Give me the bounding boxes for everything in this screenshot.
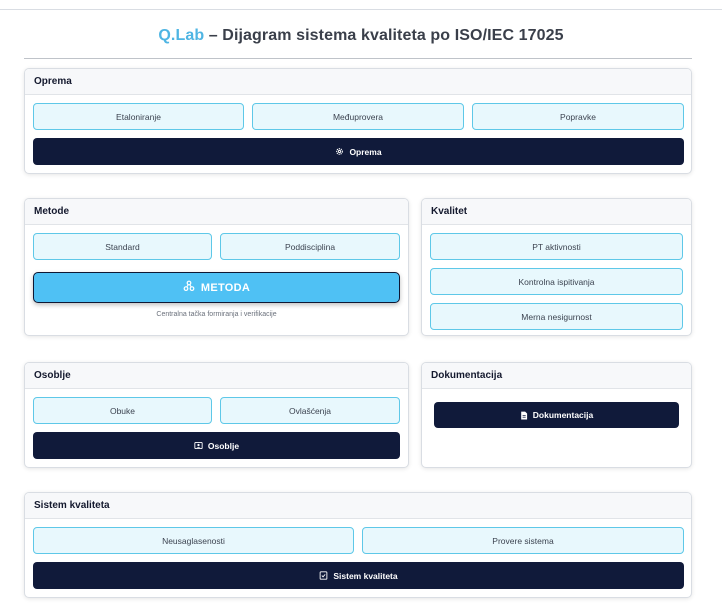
dokumentacija-button[interactable]: Dokumentacija	[434, 402, 679, 428]
card-header-osoblje: Osoblje	[25, 363, 408, 389]
neusaglasenosti-button[interactable]: Neusaglasenosti	[33, 527, 354, 554]
card-header-oprema: Oprema	[25, 69, 691, 95]
ovlascenja-button[interactable]: Ovlašćenja	[220, 397, 400, 424]
poddisciplina-button[interactable]: Poddisciplina	[220, 233, 400, 260]
card-sistem-kvaliteta: Sistem kvaliteta Neusaglasenosti Provere…	[24, 492, 692, 598]
card-header-dokumentacija: Dokumentacija	[422, 363, 691, 389]
document-icon	[520, 411, 528, 420]
metoda-caption: Centralna tačka formiranja i verifikacij…	[156, 311, 277, 318]
osoblje-button[interactable]: Osoblje	[33, 432, 400, 459]
oprema-button-label: Oprema	[349, 146, 382, 157]
checklist-icon	[319, 571, 328, 580]
metoda-button-label: METODA	[200, 281, 251, 294]
gear-icon	[335, 147, 344, 156]
dokumentacija-button-label: Dokumentacija	[532, 410, 594, 420]
sistem-kvaliteta-button[interactable]: Sistem kvaliteta	[33, 562, 684, 589]
card-metode: Metode Standard Poddisciplina METODA Cen…	[24, 198, 409, 336]
page-title: Q.Lab – Dijagram sistema kvaliteta po IS…	[0, 27, 722, 45]
osoblje-button-label: Osoblje	[207, 440, 240, 451]
card-oprema: Oprema Etaloniranje Međuprovera Popravke…	[24, 68, 692, 174]
popravke-button[interactable]: Popravke	[472, 103, 684, 130]
brand-name: Q.Lab	[158, 27, 205, 44]
sistem-kvaliteta-button-label: Sistem kvaliteta	[333, 570, 398, 581]
card-header-metode: Metode	[25, 199, 408, 225]
oprema-button[interactable]: Oprema	[33, 138, 684, 165]
card-dokumentacija: Dokumentacija Dokumentacija	[421, 362, 692, 468]
top-divider	[0, 9, 722, 10]
card-osoblje: Osoblje Obuke Ovlašćenja Osoblje	[24, 362, 409, 468]
meduprovera-button[interactable]: Međuprovera	[252, 103, 464, 130]
page-title-text: – Dijagram sistema kvaliteta po ISO/IEC …	[204, 27, 564, 44]
nodes-icon	[183, 280, 195, 295]
title-divider	[24, 58, 692, 59]
standard-button[interactable]: Standard	[33, 233, 212, 260]
metoda-button[interactable]: METODA	[33, 272, 400, 303]
merna-nesigurnost-button[interactable]: Merna nesigurnost	[430, 303, 683, 330]
pt-aktivnosti-button[interactable]: PT aktivnosti	[430, 233, 683, 260]
person-badge-icon	[194, 441, 203, 450]
card-header-kvalitet: Kvalitet	[422, 199, 691, 225]
obuke-button[interactable]: Obuke	[33, 397, 212, 424]
etaloniranje-button[interactable]: Etaloniranje	[33, 103, 244, 130]
card-header-sistem-kvaliteta: Sistem kvaliteta	[25, 493, 691, 519]
card-kvalitet: Kvalitet PT aktivnosti Kontrolna ispitiv…	[421, 198, 692, 336]
provere-sistema-button[interactable]: Provere sistema	[362, 527, 684, 554]
kontrolna-ispitivanja-button[interactable]: Kontrolna ispitivanja	[430, 268, 683, 295]
